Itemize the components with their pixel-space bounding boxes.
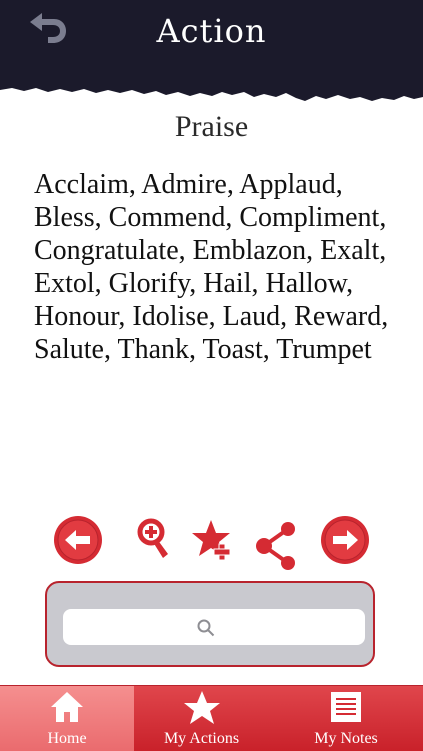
next-button[interactable] [320,515,370,569]
tab-my-actions-label: My Actions [163,730,240,747]
search-panel [45,581,375,667]
header-bar: Action [0,0,423,118]
tab-my-notes[interactable]: My Notes [269,686,423,751]
tab-home[interactable]: Home [0,686,134,751]
search-input[interactable] [63,609,365,645]
action-toolbar [0,512,423,572]
notes-icon [331,692,361,722]
page-title: Action [156,12,267,50]
home-icon [51,692,83,722]
add-favourite-button[interactable] [191,518,235,566]
star-icon [183,691,220,724]
share-icon [256,522,295,570]
entry-word: Praise [174,110,249,143]
synonym-list: Acclaim, Admire, Applaud, Bless, Commend… [34,169,389,365]
share-button[interactable] [255,521,297,575]
tab-home-label: Home [47,730,87,747]
star-add-icon [192,520,231,561]
previous-button[interactable] [53,515,103,569]
zoom-button[interactable] [137,518,171,566]
tab-my-notes-label: My Notes [314,730,378,747]
tab-bar: Home My Actions My Notes [0,685,423,751]
tab-my-actions[interactable]: My Actions [134,686,269,751]
zoom-in-icon [137,518,168,558]
arrow-left-icon [54,516,102,564]
arrow-right-icon [321,516,369,564]
